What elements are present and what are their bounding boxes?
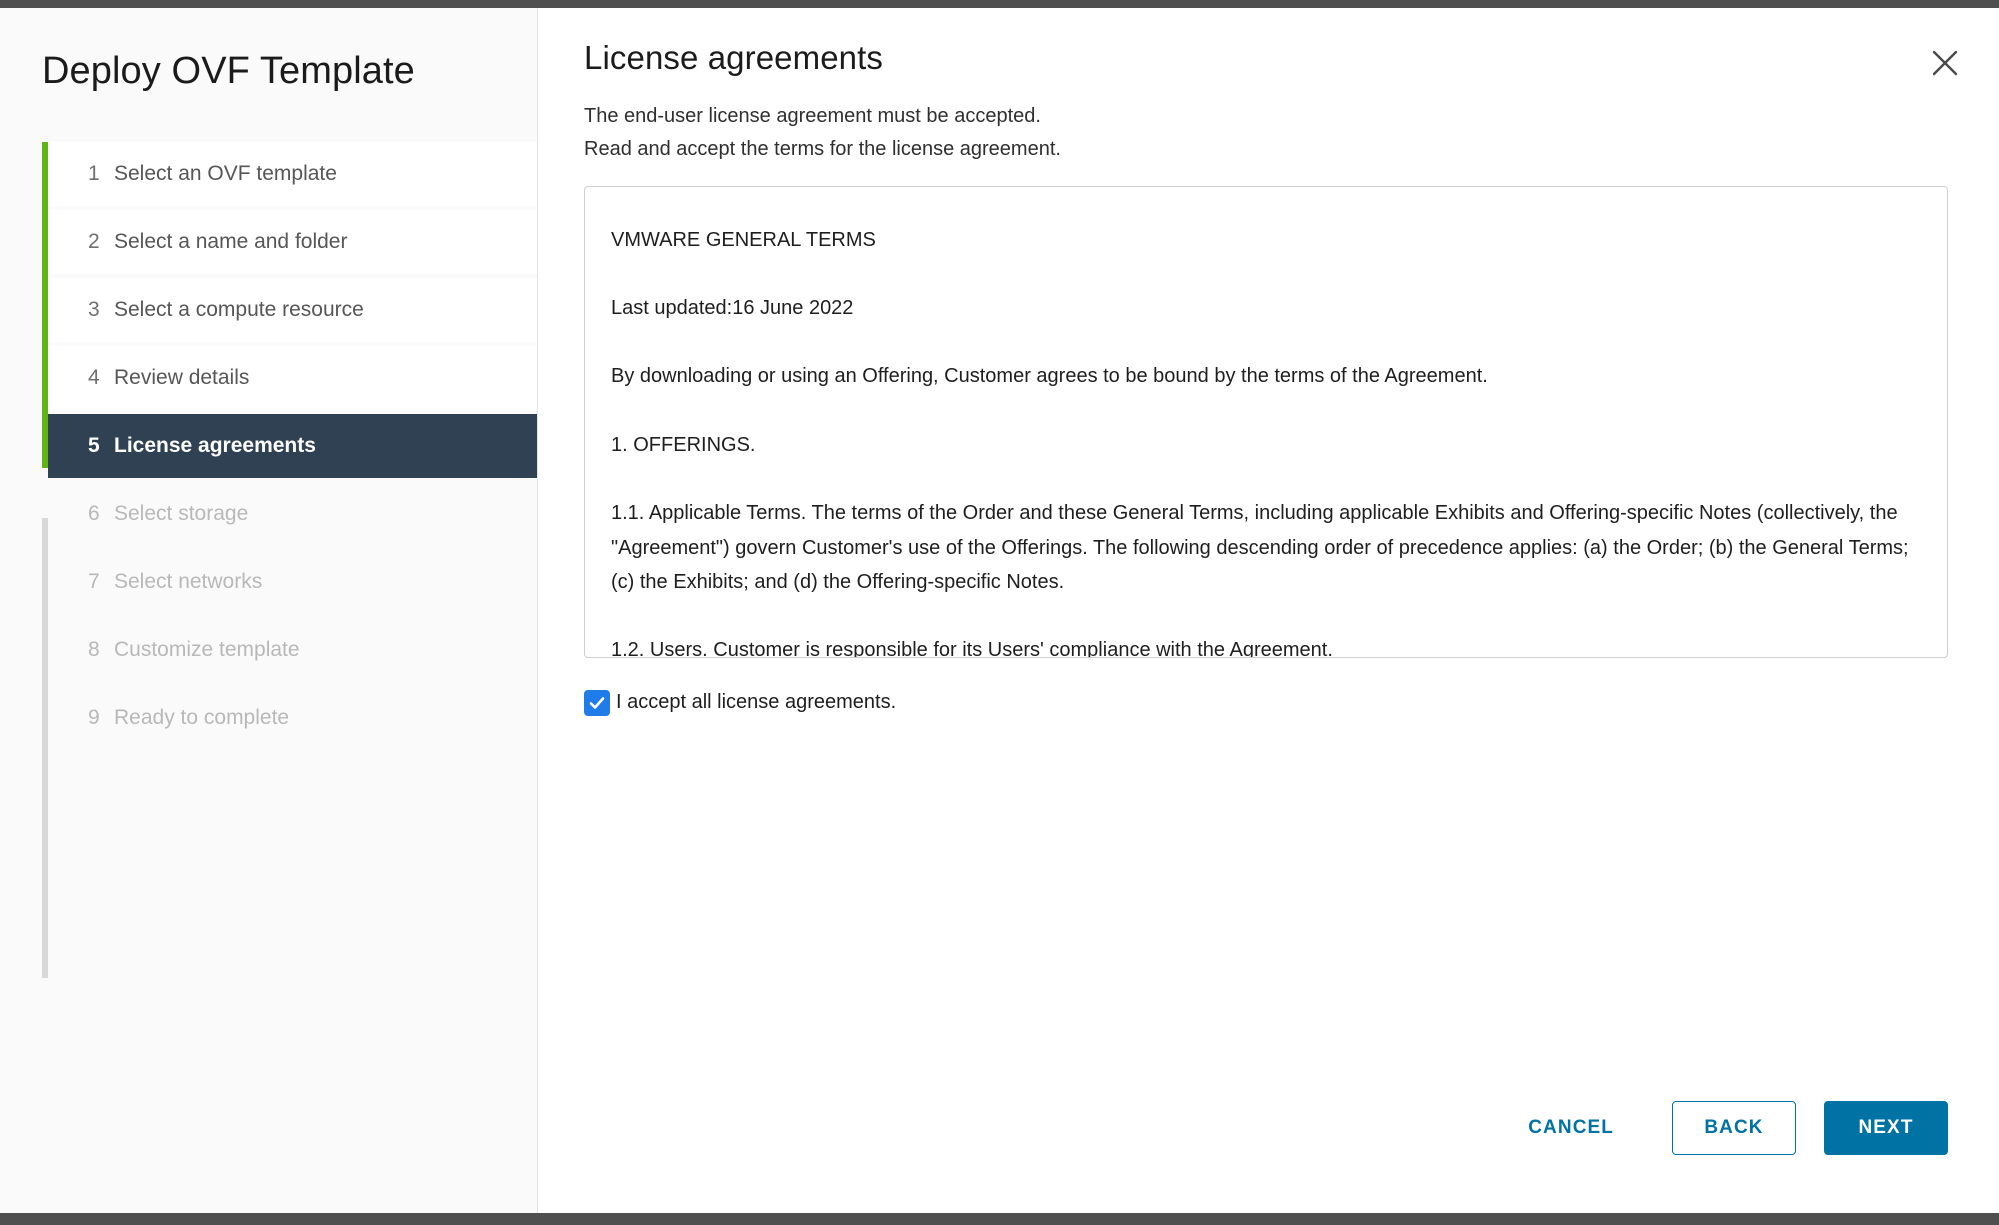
progress-rail-completed <box>42 141 48 468</box>
license-paragraph: 1.2. Users. Customer is responsible for … <box>611 639 1333 658</box>
step-label: Select a name and folder <box>114 229 348 253</box>
sidebar-step-license-agreements[interactable]: 5 License agreements <box>48 413 537 478</box>
step-number: 8 <box>88 637 100 661</box>
step-number: 4 <box>88 365 100 389</box>
sidebar-step-customize-template: 8 Customize template <box>48 618 537 682</box>
progress-rail-remaining <box>42 517 48 978</box>
license-paragraph: VMWARE GENERAL TERMS <box>611 228 876 251</box>
checkmark-icon <box>588 694 606 712</box>
step-number: 7 <box>88 569 100 593</box>
license-paragraph: By downloading or using an Offering, Cus… <box>611 365 1488 388</box>
step-label: Select storage <box>114 501 249 525</box>
page-title: License agreements <box>584 39 883 76</box>
browser-chrome-bottom <box>0 1213 1999 1225</box>
sidebar-step-select-networks: 7 Select networks <box>48 550 537 614</box>
next-button[interactable]: NEXT <box>1824 1101 1948 1155</box>
step-label: License agreements <box>114 433 316 457</box>
step-number: 6 <box>88 501 100 525</box>
sidebar-step-select-an-ovf-template[interactable]: 1 Select an OVF template <box>48 141 537 206</box>
subtitle-line-2: Read and accept the terms for the licens… <box>584 137 1061 160</box>
license-paragraph: 1.1. Applicable Terms. The terms of the … <box>611 502 1909 593</box>
license-paragraph: Last updated:16 June 2022 <box>611 296 854 319</box>
step-number: 5 <box>88 433 100 457</box>
cancel-button[interactable]: CANCEL <box>1498 1101 1644 1155</box>
step-number: 9 <box>88 705 100 729</box>
wizard-title: Deploy OVF Template <box>42 50 415 92</box>
dialog-footer: CANCEL BACK NEXT <box>1498 1101 1948 1155</box>
step-label: Ready to complete <box>114 705 290 729</box>
back-button[interactable]: BACK <box>1672 1101 1796 1155</box>
wizard-step-list: 1 Select an OVF template 2 Select a name… <box>0 141 537 978</box>
close-button[interactable] <box>1924 42 1966 84</box>
sidebar-step-select-a-compute-resource[interactable]: 3 Select a compute resource <box>48 277 537 342</box>
step-label: Select an OVF template <box>114 161 337 185</box>
step-number: 1 <box>88 161 100 185</box>
step-label: Select networks <box>114 569 263 593</box>
wizard-content-pane: License agreements The end-user license … <box>538 8 1999 1213</box>
step-label: Select a compute resource <box>114 297 364 321</box>
accept-license-row: I accept all license agreements. <box>584 689 1948 716</box>
close-icon <box>1928 46 1962 80</box>
sidebar-step-select-storage: 6 Select storage <box>48 482 537 546</box>
deploy-ovf-template-dialog: Deploy OVF Template 1 Select an OVF temp… <box>0 8 1999 1213</box>
license-agreement-text: VMWARE GENERAL TERMS Last updated:16 Jun… <box>611 223 1911 658</box>
subtitle-line-1: The end-user license agreement must be a… <box>584 104 1041 127</box>
license-paragraph: 1. OFFERINGS. <box>611 433 756 456</box>
license-agreement-textbox[interactable]: VMWARE GENERAL TERMS Last updated:16 Jun… <box>584 185 1948 658</box>
step-label: Review details <box>114 365 250 389</box>
accept-license-checkbox[interactable] <box>584 689 610 716</box>
sidebar-step-ready-to-complete: 9 Ready to complete <box>48 686 537 750</box>
browser-chrome-top <box>0 0 1999 8</box>
wizard-sidebar: Deploy OVF Template 1 Select an OVF temp… <box>0 8 538 1213</box>
step-number: 2 <box>88 229 100 253</box>
step-label: Customize template <box>114 637 300 661</box>
step-number: 3 <box>88 297 100 321</box>
sidebar-step-select-a-name-and-folder[interactable]: 2 Select a name and folder <box>48 209 537 274</box>
sidebar-step-review-details[interactable]: 4 Review details <box>48 345 537 410</box>
accept-license-label[interactable]: I accept all license agreements. <box>616 691 896 714</box>
